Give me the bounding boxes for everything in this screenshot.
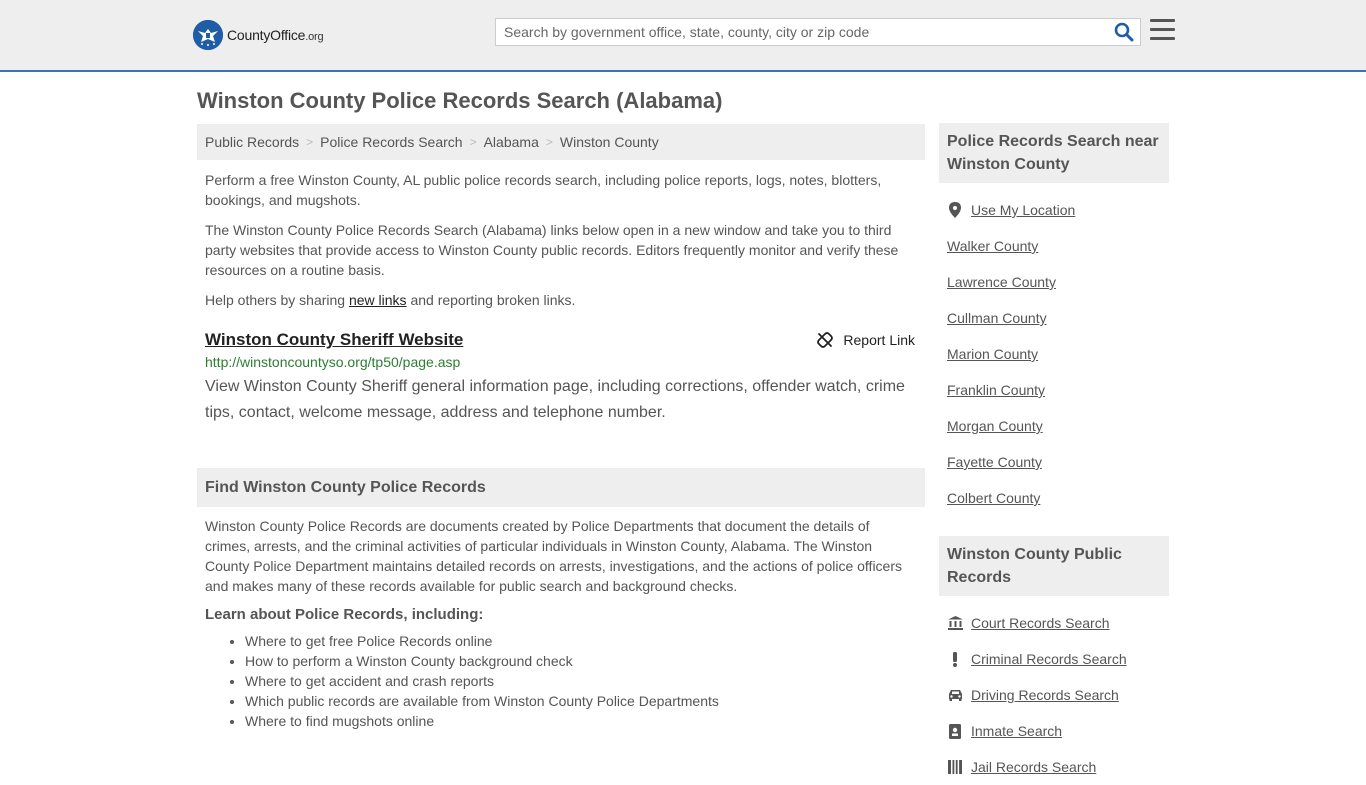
broken-link-icon	[817, 332, 834, 348]
list-item: Marion County	[947, 336, 1161, 372]
share-links-paragraph: Help others by sharing new links and rep…	[197, 290, 925, 310]
top-header: CountyOffice.org	[0, 0, 1366, 72]
report-link-label: Report Link	[843, 332, 915, 348]
new-links-link[interactable]: new links	[349, 292, 407, 308]
nearby-county-link[interactable]: Lawrence County	[947, 274, 1056, 290]
breadcrumb-alabama[interactable]: Alabama	[484, 134, 539, 150]
map-marker-icon	[947, 202, 963, 218]
list-item: Driving Records Search	[947, 677, 1161, 713]
intro-paragraph-1: Perform a free Winston County, AL public…	[205, 172, 882, 208]
list-item: Where to get accident and crash reports	[245, 671, 925, 691]
list-item: Morgan County	[947, 408, 1161, 444]
listing-description: View Winston County Sheriff general info…	[205, 378, 905, 421]
learn-about-heading: Learn about Police Records, including:	[205, 606, 484, 623]
courthouse-icon	[947, 616, 963, 630]
listing-title-link[interactable]: Winston County Sheriff Website	[205, 330, 463, 350]
search-icon[interactable]	[1114, 22, 1136, 42]
nearby-county-link[interactable]: Cullman County	[947, 310, 1047, 326]
breadcrumb-public-records[interactable]: Public Records	[205, 134, 299, 150]
nearby-county-link[interactable]: Franklin County	[947, 382, 1045, 398]
logo-text: CountyOffice.org	[227, 27, 324, 43]
breadcrumb-winston-county[interactable]: Winston County	[560, 134, 659, 150]
criminal-records-link[interactable]: Criminal Records Search	[971, 651, 1127, 667]
find-records-paragraph: Winston County Police Records are docume…	[205, 518, 902, 594]
list-item: Fayette County	[947, 444, 1161, 480]
list-item: Court Records Search	[947, 605, 1161, 641]
public-records-list: Court Records Search Criminal Records Se…	[939, 605, 1169, 785]
use-my-location-link[interactable]: Use My Location	[971, 202, 1075, 218]
car-icon	[947, 689, 963, 701]
logo-main-text: CountyOffice	[227, 27, 306, 43]
public-records-heading: Winston County Public Records	[939, 536, 1169, 596]
learn-about-list: Where to get free Police Records online …	[197, 631, 925, 731]
nearby-county-link[interactable]: Fayette County	[947, 454, 1042, 470]
intro-paragraph-2: The Winston County Police Records Search…	[205, 222, 899, 278]
nearby-heading: Police Records Search near Winston Count…	[939, 123, 1169, 183]
nearby-county-link[interactable]: Morgan County	[947, 418, 1043, 434]
listing-url: http://winstoncountyso.org/tp50/page.asp	[205, 354, 461, 370]
list-item: Where to get free Police Records online	[245, 631, 925, 651]
find-records-heading: Find Winston County Police Records	[197, 468, 925, 507]
inmate-search-link[interactable]: Inmate Search	[971, 723, 1062, 739]
list-item: Walker County	[947, 228, 1161, 264]
share-text-after: and reporting broken links.	[406, 292, 576, 308]
list-item: Colbert County	[947, 480, 1161, 516]
page-title: Winston County Police Records Search (Al…	[197, 88, 723, 113]
share-text-before: Help others by sharing	[205, 292, 349, 308]
nearby-county-link[interactable]: Walker County	[947, 238, 1038, 254]
hamburger-menu-icon[interactable]	[1150, 19, 1175, 41]
search-box	[495, 18, 1141, 46]
nearby-county-link[interactable]: Marion County	[947, 346, 1038, 362]
nearby-county-link[interactable]: Colbert County	[947, 490, 1040, 506]
resource-listing: Winston County Sheriff Website Report Li…	[197, 330, 925, 426]
driving-records-link[interactable]: Driving Records Search	[971, 687, 1119, 703]
breadcrumb-police-records-search[interactable]: Police Records Search	[320, 134, 462, 150]
breadcrumb-separator-icon: >	[306, 135, 314, 149]
list-item: Use My Location	[947, 192, 1161, 228]
jail-records-link[interactable]: Jail Records Search	[971, 759, 1096, 775]
court-records-link[interactable]: Court Records Search	[971, 615, 1110, 631]
search-input[interactable]	[496, 19, 1096, 45]
nearby-county-list: Use My Location Walker County Lawrence C…	[939, 192, 1169, 516]
list-item: Criminal Records Search	[947, 641, 1161, 677]
report-link-button[interactable]: Report Link	[817, 332, 915, 348]
id-badge-icon	[947, 723, 963, 739]
list-item: Where to find mugshots online	[245, 711, 925, 731]
list-item: Lawrence County	[947, 264, 1161, 300]
breadcrumb: Public Records > Police Records Search >…	[197, 124, 925, 160]
exclamation-icon	[947, 651, 963, 667]
site-logo[interactable]: CountyOffice.org	[193, 20, 324, 50]
list-item: How to perform a Winston County backgrou…	[245, 651, 925, 671]
list-item: Inmate Search	[947, 713, 1161, 749]
list-item: Franklin County	[947, 372, 1161, 408]
list-item: Which public records are available from …	[245, 691, 925, 711]
breadcrumb-separator-icon: >	[469, 135, 477, 149]
jail-icon	[947, 760, 963, 774]
logo-org-text: .org	[305, 31, 324, 43]
breadcrumb-separator-icon: >	[545, 135, 553, 149]
list-item: Cullman County	[947, 300, 1161, 336]
main-content: Public Records > Police Records Search >…	[197, 124, 925, 731]
eagle-seal-icon	[193, 20, 223, 50]
list-item: Jail Records Search	[947, 749, 1161, 785]
sidebar: Police Records Search near Winston Count…	[939, 123, 1169, 785]
